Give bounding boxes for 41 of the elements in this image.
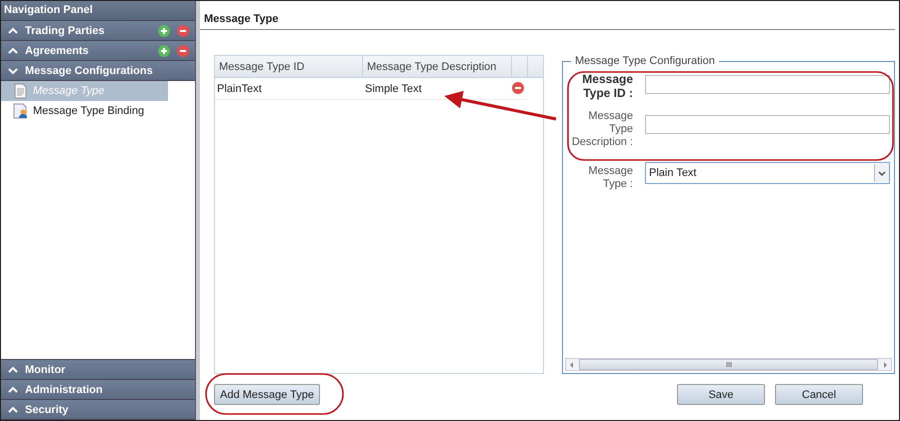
add-message-type-button[interactable]: Add Message Type	[214, 384, 320, 405]
table-cell-text: Simple Text	[364, 82, 423, 97]
dialog-button[interactable]: Cancel	[775, 384, 863, 405]
field-label: Message Type ID :	[581, 71, 633, 100]
chevron-up-icon[interactable]	[8, 386, 18, 394]
message-type-dropdown[interactable]: Plain Text	[645, 162, 890, 184]
chevron-up-icon[interactable]	[8, 46, 18, 54]
grip-icon[interactable]	[726, 361, 732, 368]
chevron-up-icon[interactable]	[8, 26, 18, 34]
chevron-up-icon[interactable]	[8, 406, 18, 414]
remove-icon[interactable]	[512, 82, 524, 94]
add-icon[interactable]	[158, 44, 170, 56]
document-icon	[13, 83, 28, 99]
accordion-header[interactable]: Monitor	[1, 360, 195, 380]
group-legend: Message Type Configuration	[571, 55, 719, 67]
scroll-right-icon[interactable]	[882, 360, 889, 368]
accordion-header[interactable]: Administration	[1, 380, 195, 400]
page-title: Message Type	[200, 1, 895, 30]
accordion-header[interactable]: Security	[1, 400, 195, 420]
accordion-header[interactable]: Message Configurations	[1, 61, 195, 81]
user-document-icon	[13, 103, 28, 119]
chevron-up-icon[interactable]	[8, 366, 18, 374]
add-icon[interactable]	[158, 24, 170, 36]
accordion-header[interactable]: Trading Parties	[1, 21, 195, 41]
horizontal-scrollbar[interactable]	[565, 358, 892, 371]
scroll-left-icon[interactable]	[568, 360, 575, 368]
field-label: Message Type :	[587, 165, 633, 191]
column-header[interactable]: Message Type Description	[363, 56, 512, 77]
column-header[interactable]: Message Type ID	[215, 56, 363, 77]
input-field[interactable]	[645, 115, 890, 134]
nav-item[interactable]: Message Type Binding	[1, 101, 168, 121]
table-cell-text: PlainText	[216, 82, 263, 97]
dialog-button[interactable]: Save	[677, 384, 765, 405]
remove-icon[interactable]	[177, 44, 189, 56]
remove-icon[interactable]	[177, 24, 189, 36]
input-field[interactable]	[645, 75, 890, 94]
caret-icon[interactable]	[878, 170, 886, 176]
accordion-header[interactable]: Agreements	[1, 41, 195, 61]
chevron-down-icon[interactable]	[8, 66, 18, 74]
panel-title: Navigation Panel	[1, 1, 195, 21]
field-label: Message Type Description :	[570, 110, 633, 149]
